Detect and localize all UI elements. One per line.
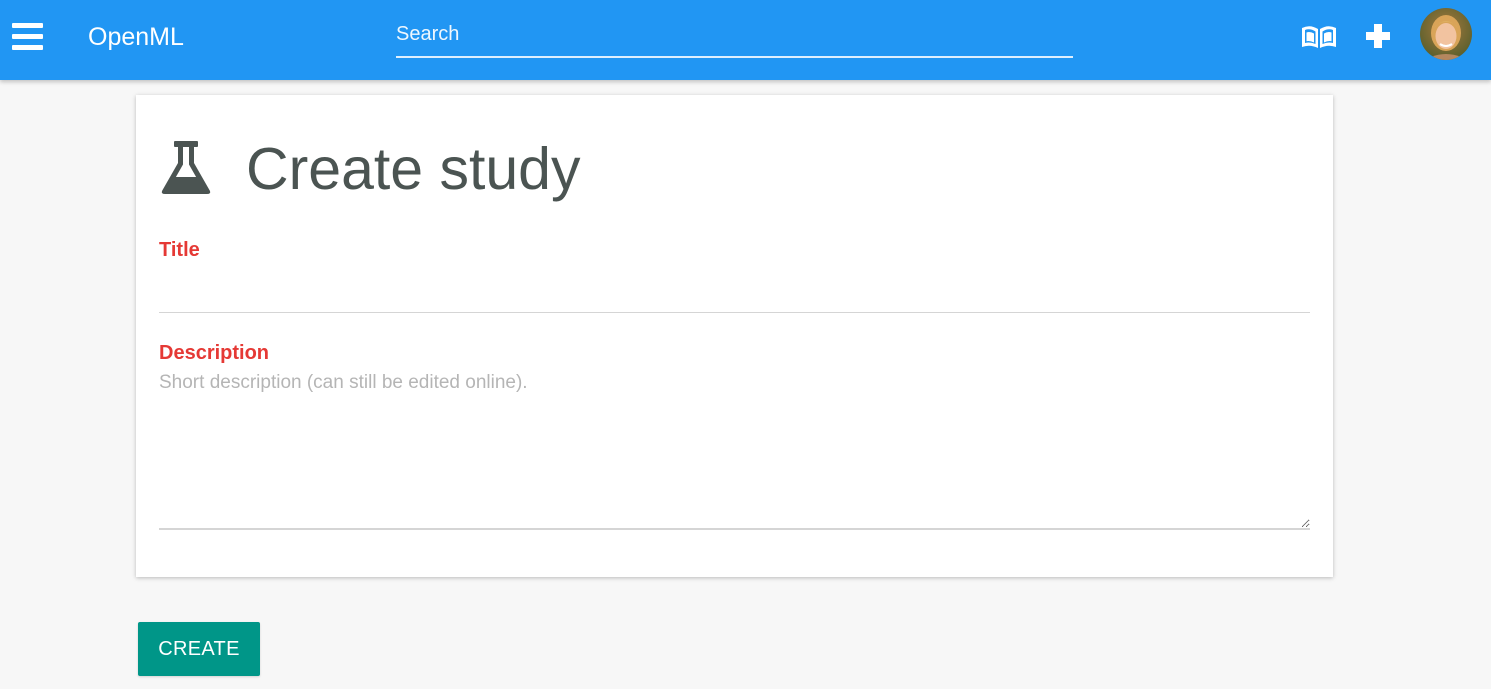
description-textarea[interactable]: [159, 371, 1310, 530]
book-icon[interactable]: [1300, 22, 1338, 52]
brand-logo[interactable]: OpenML: [88, 20, 184, 54]
title-label: Title: [159, 239, 200, 261]
page-title: Create study: [246, 136, 581, 202]
search-input[interactable]: [396, 14, 1073, 54]
plus-icon[interactable]: [1362, 20, 1394, 52]
create-study-card: Create study Title Description: [136, 95, 1333, 577]
menu-icon[interactable]: [10, 20, 46, 56]
description-label: Description: [159, 342, 270, 364]
avatar[interactable]: [1420, 8, 1472, 60]
search-bar: [396, 14, 1073, 58]
flask-icon: [160, 139, 212, 195]
create-button[interactable]: CREATE: [138, 622, 260, 676]
title-input[interactable]: [159, 273, 1310, 313]
top-app-bar: OpenML: [0, 0, 1491, 80]
